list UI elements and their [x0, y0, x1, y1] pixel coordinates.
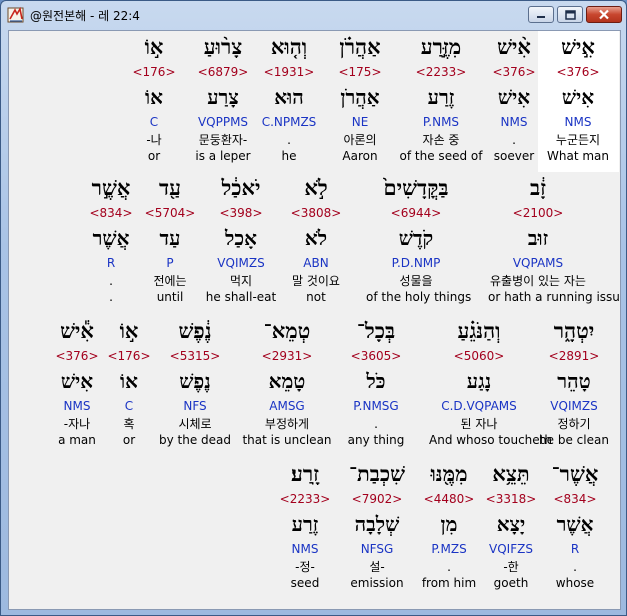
app-window: @원전본해 - 레 22:4 אִ֣ישׁ <376> אִישׁ NMS 누군든지 Wh… [0, 0, 627, 616]
strong-number[interactable]: <2891> [524, 349, 620, 363]
strong-number[interactable]: <2931> [237, 349, 337, 363]
english-gloss: of the holy things [366, 290, 472, 304]
hebrew-word[interactable]: טְמֵא־ [237, 319, 337, 343]
english-gloss: or hath a running issue [488, 290, 621, 304]
parsing-code: VQPAMS [512, 256, 564, 270]
close-button[interactable] [586, 6, 622, 23]
maximize-button[interactable] [557, 6, 583, 23]
lemma-word: טָמֵא [268, 369, 306, 393]
lemma-word: טָהֵר [557, 369, 591, 393]
strong-number[interactable]: <3605> [326, 349, 426, 363]
strong-number[interactable]: <834> [61, 206, 161, 220]
parsing-code: NMS [291, 542, 319, 556]
lemma-word: קֹדֶשׁ [398, 226, 434, 250]
book-icon [7, 6, 24, 23]
korean-gloss: -정- [295, 560, 315, 574]
lemma-word: אוֹ [145, 85, 163, 109]
maximize-icon [564, 9, 576, 20]
korean-gloss: 된 자나 [460, 417, 498, 431]
parsing-code: R [106, 256, 116, 270]
english-gloss: And whoso toucheth [429, 433, 552, 447]
hebrew-word[interactable]: זָ֔ב [488, 176, 588, 200]
hebrew-word[interactable]: זָֽרַע׃ [255, 462, 355, 486]
hebrew-word[interactable]: וְהַנֹּגֵ֗עַ [429, 319, 529, 343]
korean-gloss: 유출병이 있는 자는 [490, 274, 586, 288]
parsing-code: C.D.VQPAMS [441, 399, 517, 413]
english-gloss: any thing [347, 433, 405, 447]
minimize-button[interactable] [528, 6, 554, 23]
parsing-code: AMSG [269, 399, 305, 413]
strong-number[interactable]: <2233> [255, 492, 355, 506]
korean-gloss: 성물을 [399, 274, 433, 288]
parsing-code: VQIMZS [550, 399, 598, 413]
lemma-word: אֲשֶׁר [92, 226, 130, 250]
minimize-icon [537, 15, 545, 18]
strong-number[interactable]: <2100> [488, 206, 588, 220]
strong-number[interactable]: <176> [104, 65, 204, 79]
korean-gloss: . [374, 417, 378, 431]
hebrew-word[interactable]: אֲשֶׁ֣ר [61, 176, 161, 200]
korean-gloss: -나 [146, 133, 162, 147]
title-bar[interactable]: @원전본해 - 레 22:4 [1, 1, 626, 29]
hebrew-word[interactable]: יִטְהָ֑ר [524, 319, 620, 343]
korean-gloss: 정하기 [557, 417, 591, 431]
interlinear-panel[interactable]: אִ֣ישׁ <376> אִישׁ NMS 누군든지 What man אִ֨ישׁ <37… [8, 30, 621, 610]
english-gloss: a man [58, 433, 96, 447]
hebrew-word[interactable]: בַּקֳּדָשִׁים֙ [366, 176, 466, 200]
english-gloss: or [147, 149, 161, 163]
lemma-word: זֶרַע [291, 512, 319, 536]
korean-gloss: 부정하게 [264, 417, 310, 431]
lemma-word: כֹּל [366, 369, 386, 393]
hebrew-word[interactable]: אִ֕ישׁ [27, 319, 127, 343]
close-icon [599, 9, 609, 20]
hebrew-word[interactable]: א֣וֹ [104, 35, 204, 59]
hebrew-word[interactable]: בְּכָל־ [326, 319, 426, 343]
strong-number[interactable]: <6944> [366, 206, 466, 220]
parsing-code: C [149, 115, 159, 129]
parsing-code: P.D.NMP [391, 256, 441, 270]
korean-gloss: -자나 [63, 417, 91, 431]
korean-gloss: . [109, 274, 113, 288]
strong-number[interactable]: <5060> [429, 349, 529, 363]
english-gloss: . [109, 290, 113, 304]
window-title: @원전본해 - 레 22:4 [30, 9, 140, 23]
lemma-word: אִישׁ [60, 369, 94, 393]
lemma-word: זוּב [527, 226, 549, 250]
parsing-code: NMS [63, 399, 91, 413]
lemma-word: נָגַע [466, 369, 492, 393]
english-gloss: that is unclean [242, 433, 332, 447]
strong-number[interactable]: <376> [27, 349, 127, 363]
parsing-code: P.NMSG [353, 399, 399, 413]
english-gloss: seed [290, 576, 320, 590]
